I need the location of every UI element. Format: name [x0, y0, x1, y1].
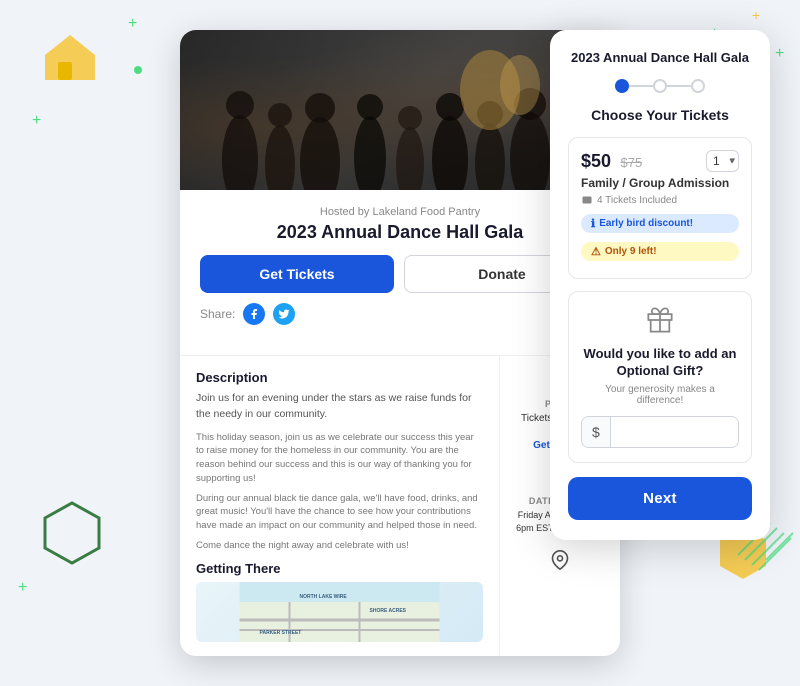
currency-symbol: $: [582, 417, 611, 447]
step-1-dot: [615, 79, 629, 93]
price-old: $75: [621, 155, 643, 170]
ticket-includes-row: 4 Tickets Included: [581, 194, 739, 206]
twitter-share-icon[interactable]: [273, 303, 295, 325]
gift-subtitle: Your generosity makes a difference!: [581, 384, 739, 406]
next-button[interactable]: Next: [568, 477, 752, 520]
ticket-price: $50 $75: [581, 151, 642, 172]
step-3-dot: [691, 79, 705, 93]
hosted-by: Hosted by Lakeland Food Pantry: [200, 206, 600, 218]
early-bird-badge: ℹ Early bird discount!: [581, 214, 739, 233]
info-badge-icon: ℹ: [591, 217, 595, 230]
description-heading: Description: [196, 370, 483, 385]
get-tickets-button[interactable]: Get Tickets: [200, 255, 394, 293]
step-2-dot: [653, 79, 667, 93]
location-icon: [512, 550, 608, 575]
quantity-wrapper[interactable]: 1 2 3 4 5 ▾: [706, 150, 739, 172]
ticket-price-row: $50 $75 1 2 3 4 5 ▾: [581, 150, 739, 172]
svg-text:PARKER STREET: PARKER STREET: [260, 630, 302, 636]
getting-there-heading: Getting There: [196, 561, 483, 576]
gift-title: Would you like to add an Optional Gift?: [581, 346, 739, 380]
step-line-2: [667, 85, 691, 87]
facebook-share-icon[interactable]: [243, 303, 265, 325]
description-section: Description Join us for an evening under…: [180, 356, 500, 656]
svg-text:NORTH LAKE WIRE: NORTH LAKE WIRE: [300, 594, 348, 600]
panel-title: 2023 Annual Dance Hall Gala: [568, 50, 752, 65]
main-container: Hosted by Lakeland Food Pantry 2023 Annu…: [0, 0, 800, 686]
limited-stock-badge: ⚠ Only 9 left!: [581, 242, 739, 261]
price-new: $50: [581, 151, 611, 171]
description-text-3: During our annual black tie dance gala, …: [196, 492, 483, 533]
ticket-type: Family / Group Admission: [581, 176, 739, 190]
share-row: Share:: [200, 303, 600, 325]
choose-tickets-label: Choose Your Tickets: [568, 107, 752, 123]
location-info-block: [512, 550, 608, 579]
step-line-1: [629, 85, 653, 87]
gift-icon: [581, 306, 739, 340]
description-text-2: This holiday season, join us as we celeb…: [196, 431, 483, 486]
progress-steps: [568, 79, 752, 93]
event-actions: Get Tickets Donate: [200, 255, 600, 293]
svg-text:SHORE ACRES: SHORE ACRES: [370, 608, 407, 614]
limited-stock-label: Only 9 left!: [605, 246, 657, 257]
share-label: Share:: [200, 307, 235, 321]
optional-gift-section: Would you like to add an Optional Gift? …: [568, 291, 752, 463]
early-bird-label: Early bird discount!: [599, 218, 693, 229]
gift-amount-input[interactable]: [611, 418, 739, 446]
description-text-4: Come dance the night away and celebrate …: [196, 539, 483, 553]
ticket-option: $50 $75 1 2 3 4 5 ▾ Family / Group Admis…: [568, 137, 752, 279]
ticket-includes: 4 Tickets Included: [597, 195, 677, 206]
event-title: 2023 Annual Dance Hall Gala: [200, 222, 600, 243]
map-placeholder: NORTH LAKE WIRE SHORE ACRES PARKER STREE…: [196, 582, 483, 642]
description-text-1: Join us for an evening under the stars a…: [196, 391, 483, 423]
tickets-icon: [581, 194, 593, 206]
quantity-select[interactable]: 1 2 3 4 5: [706, 150, 739, 172]
gift-input-row: $ Optional: [581, 416, 739, 448]
ticket-badges: ℹ Early bird discount! ⚠ Only 9 left!: [581, 214, 739, 266]
ticket-panel: 2023 Annual Dance Hall Gala Choose Your …: [550, 30, 770, 540]
warning-badge-icon: ⚠: [591, 245, 601, 258]
